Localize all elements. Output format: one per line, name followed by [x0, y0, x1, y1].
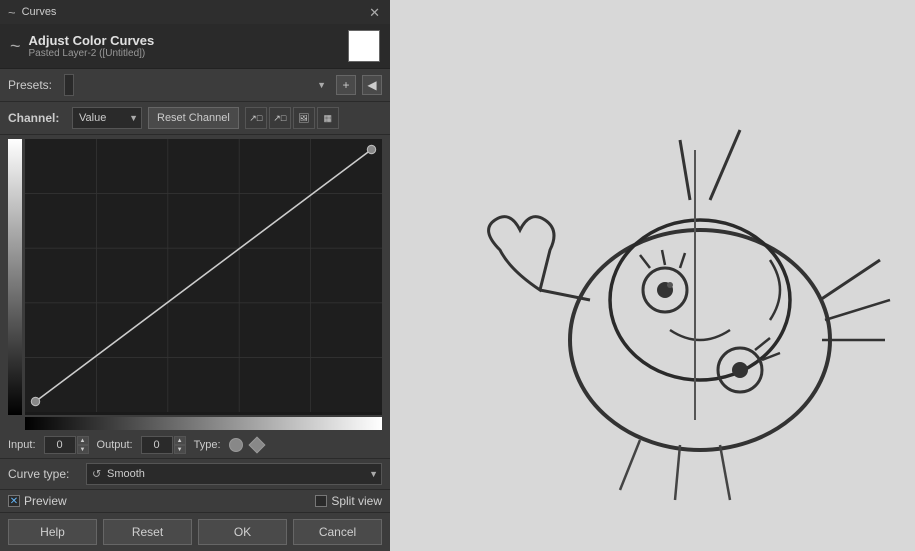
presets-label: Presets: — [8, 78, 58, 92]
ok-button[interactable]: OK — [198, 519, 287, 545]
curve-type-select[interactable]: Smooth Linear — [86, 463, 382, 485]
presets-row: Presets: + ◀ — [0, 69, 390, 102]
sketch-svg — [390, 0, 915, 551]
split-view-checkbox-container[interactable]: Split view — [315, 494, 382, 508]
button-row: Help Reset OK Cancel — [0, 512, 390, 551]
reset-channel-button[interactable]: Reset Channel — [148, 107, 239, 129]
input-output-row: Input: ▲ ▼ Output: ▲ ▼ Type: — [0, 432, 390, 458]
type-label: Type: — [194, 439, 221, 451]
presets-remove-button[interactable]: ◀ — [362, 75, 382, 95]
cancel-button[interactable]: Cancel — [293, 519, 382, 545]
curve-type-row: Curve type: ↺ Smooth Linear — [0, 458, 390, 489]
curve-graph[interactable] — [25, 139, 382, 415]
left-gradient-bar — [8, 139, 22, 415]
input-spin-up[interactable]: ▲ — [77, 436, 89, 445]
presets-select-wrapper — [64, 74, 330, 96]
preview-label: Preview — [24, 494, 67, 508]
curve-type-label: Curve type: — [8, 467, 78, 481]
channel-label: Channel: — [8, 111, 66, 125]
type-circle-button[interactable] — [229, 438, 243, 452]
output-spinner: ▲ ▼ — [174, 436, 186, 454]
preview-checkbox-container[interactable]: ✕ Preview — [8, 494, 67, 508]
input-spinner: ▲ ▼ — [77, 436, 89, 454]
preview-checkbox[interactable]: ✕ — [8, 495, 20, 507]
output-spin-down[interactable]: ▼ — [174, 445, 186, 454]
curves-panel: ~ Curves ✕ ~ Adjust Color Curves Pasted … — [0, 0, 390, 551]
channel-icon-3[interactable]: 🖼 — [293, 107, 315, 129]
curve-type-select-wrapper: ↺ Smooth Linear — [86, 463, 382, 485]
curves-icon: ~ — [8, 5, 16, 20]
output-label: Output: — [97, 439, 133, 451]
titlebar: ~ Curves ✕ — [0, 0, 390, 24]
presets-add-button[interactable]: + — [336, 75, 356, 95]
close-button[interactable]: ✕ — [367, 6, 382, 19]
channel-select[interactable]: Value Red Green Blue Alpha — [72, 107, 142, 129]
curve-type-icon: ↺ — [92, 468, 101, 481]
channel-row: Channel: Value Red Green Blue Alpha Rese… — [0, 102, 390, 135]
presets-select[interactable] — [64, 74, 74, 96]
type-diamond-button[interactable] — [248, 437, 265, 454]
channel-icon-2[interactable]: ↗□ — [269, 107, 291, 129]
window-title: Curves — [22, 6, 57, 18]
split-view-checkbox[interactable] — [315, 495, 327, 507]
channel-icon-4[interactable]: ▦ — [317, 107, 339, 129]
channel-icons: ↗□ ↗□ 🖼 ▦ — [245, 107, 339, 129]
output-spin-up[interactable]: ▲ — [174, 436, 186, 445]
dialog-subtitle: Pasted Layer-2 ([Untitled]) — [29, 48, 155, 59]
input-value[interactable] — [44, 436, 76, 454]
preview-thumbnail — [348, 30, 380, 62]
output-value[interactable] — [141, 436, 173, 454]
adjust-curves-icon: ~ — [10, 36, 21, 57]
header-section: ~ Adjust Color Curves Pasted Layer-2 ([U… — [0, 24, 390, 69]
channel-select-wrapper: Value Red Green Blue Alpha — [72, 107, 142, 129]
preview-row: ✕ Preview Split view — [0, 489, 390, 512]
titlebar-left: ~ Curves — [8, 5, 56, 20]
dialog-title: Adjust Color Curves — [29, 33, 155, 48]
curve-svg — [25, 139, 382, 412]
split-view-label: Split view — [331, 494, 382, 508]
image-canvas — [390, 0, 915, 551]
reset-button[interactable]: Reset — [103, 519, 192, 545]
channel-icon-1[interactable]: ↗□ — [245, 107, 267, 129]
bottom-gradient-bar — [25, 417, 382, 430]
input-spin-down[interactable]: ▼ — [77, 445, 89, 454]
input-label: Input: — [8, 439, 36, 451]
header-text: Adjust Color Curves Pasted Layer-2 ([Unt… — [29, 33, 155, 59]
help-button[interactable]: Help — [8, 519, 97, 545]
